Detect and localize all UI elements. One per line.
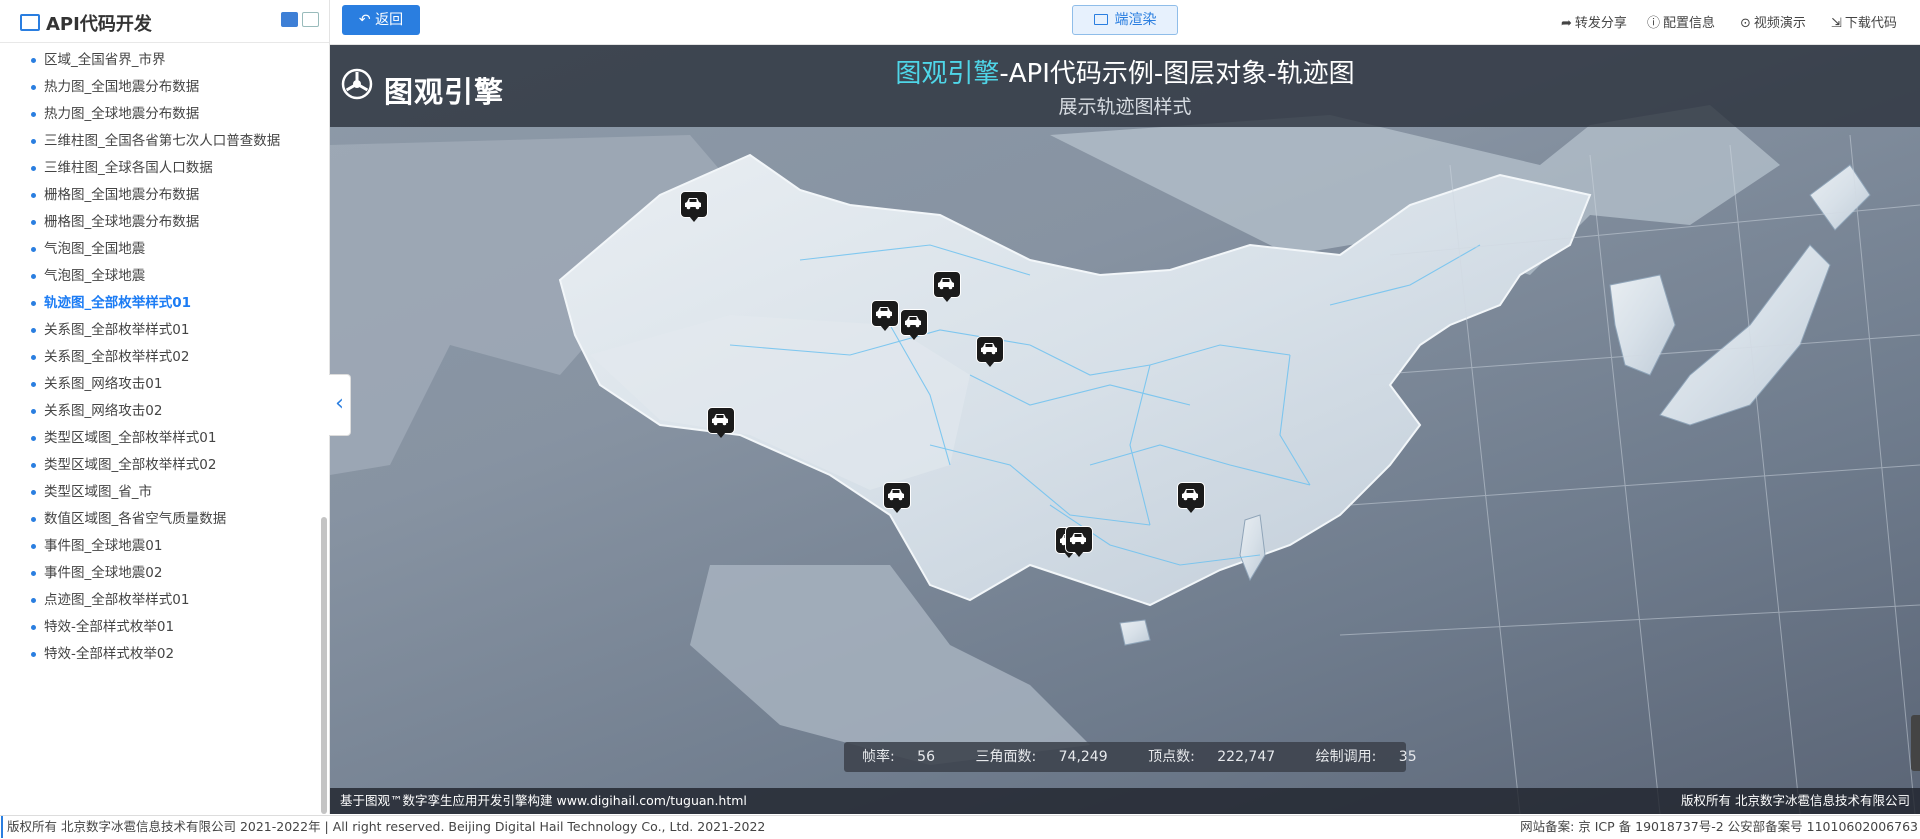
sidebar-item[interactable]: 热力图_全国地震分布数据: [31, 76, 199, 98]
sidebar-item[interactable]: 点迹图_全部枚举样式01: [31, 589, 189, 611]
sidebar-item[interactable]: 三维柱图_全国各省第七次人口普查数据: [31, 130, 280, 152]
side-panel-tab[interactable]: [1911, 715, 1920, 771]
share-icon: ➦: [1561, 16, 1572, 31]
japan-land: [1659, 244, 1831, 426]
vehicle-marker[interactable]: [707, 407, 735, 438]
sidebar-item[interactable]: 类型区域图_省_市: [31, 481, 152, 503]
sidebar-item[interactable]: 热力图_全球地震分布数据: [31, 103, 199, 125]
map-footer: 基于图观™数字孪生应用开发引擎构建 www.digihail.com/tugua…: [330, 788, 1920, 814]
map-title-banner: 图观引擎 图观引擎-API代码示例-图层对象-轨迹图 展示轨迹图样式: [330, 45, 1920, 127]
japan-land: [1809, 164, 1871, 231]
image-view-icon[interactable]: [302, 12, 319, 27]
download-code-link[interactable]: ⇲ 下载代码: [1831, 12, 1897, 31]
drawcalls-stat: 绘制调用: 35: [1315, 749, 1417, 765]
sidebar-item[interactable]: 气泡图_全国地震: [31, 238, 145, 260]
sidebar-item[interactable]: 数值区域图_各省空气质量数据: [31, 508, 226, 530]
car-icon: [876, 307, 892, 319]
sidebar-item[interactable]: 栅格图_全国地震分布数据: [31, 184, 199, 206]
vehicle-marker[interactable]: [680, 191, 708, 222]
fps-stat: 帧率: 56: [862, 749, 935, 765]
vehicle-marker[interactable]: [883, 482, 911, 513]
sidebar-item[interactable]: 三维柱图_全球各国人口数据: [31, 157, 213, 179]
map-terrain: [330, 105, 1920, 814]
sidebar-item[interactable]: 类型区域图_全部枚举样式02: [31, 454, 216, 476]
map-title: 图观引擎-API代码示例-图层对象-轨迹图: [895, 59, 1355, 89]
info-icon: ⓘ: [1647, 16, 1661, 31]
share-link[interactable]: ➦ 转发分享: [1561, 12, 1627, 31]
southeast-asia-land: [690, 565, 1090, 765]
page-footer: 版权所有 北京数字冰雹信息技术有限公司 2021-2022年 | All rig…: [0, 815, 1920, 839]
play-icon: ⊙: [1740, 16, 1751, 31]
sidebar-item[interactable]: 栅格图_全球地震分布数据: [31, 211, 199, 233]
sidebar-header: API代码开发: [0, 0, 329, 43]
sidebar-item[interactable]: 关系图_网络攻击02: [31, 400, 162, 422]
car-icon: [981, 343, 997, 355]
vehicle-marker[interactable]: [976, 336, 1004, 367]
car-icon: [1182, 489, 1198, 501]
sidebar-item[interactable]: 气泡图_全球地震: [31, 265, 145, 287]
collapse-sidebar-button[interactable]: ‹: [329, 374, 351, 436]
vehicle-marker[interactable]: [1177, 482, 1205, 513]
chevron-left-icon: ‹: [335, 391, 344, 416]
top-toolbar: ↶ 返回 端渲染 ➦ 转发分享 ⓘ 配置信息 ⊙ 视频演示 ⇲ 下载代码: [330, 0, 1920, 45]
map-subtitle: 展示轨迹图样式: [1058, 96, 1192, 118]
monitor-icon: [1093, 14, 1108, 25]
terminal-icon: [20, 14, 40, 31]
sidebar-item[interactable]: 事件图_全球地震01: [31, 535, 162, 557]
back-button[interactable]: ↶ 返回: [342, 5, 420, 35]
sidebar-item[interactable]: 特效-全部样式枚举02: [31, 643, 174, 665]
sidebar-item[interactable]: 特效-全部样式枚举01: [31, 616, 174, 638]
vehicle-marker[interactable]: [933, 271, 961, 302]
car-icon: [905, 316, 921, 328]
car-icon: [1070, 533, 1086, 545]
car-icon: [888, 489, 904, 501]
download-icon: ⇲: [1831, 16, 1842, 31]
sidebar-item[interactable]: 轨迹图_全部枚举样式01: [31, 292, 191, 314]
sidebar-item[interactable]: 关系图_全部枚举样式01: [31, 319, 189, 341]
vertices-stat: 顶点数: 222,747: [1148, 749, 1276, 765]
sidebar-item[interactable]: 类型区域图_全部枚举样式01: [31, 427, 216, 449]
vehicle-marker[interactable]: [871, 300, 899, 331]
vehicle-marker[interactable]: [900, 309, 928, 340]
sidebar-scrollbar[interactable]: [321, 517, 327, 814]
render-stats-bar: 帧率: 56 三角面数: 74,249 顶点数: 222,747 绘制调用: 3…: [844, 742, 1417, 772]
korea-land: [1609, 274, 1676, 376]
render-mode-button[interactable]: 端渲染: [1072, 5, 1178, 35]
sidebar-item[interactable]: 事件图_全球地震02: [31, 562, 162, 584]
sidebar: API代码开发 区域_全国省界_市界热力图_全国地震分布数据 热力图_全球地震分布…: [0, 0, 330, 814]
car-icon: [685, 198, 701, 210]
hainan-land: [1119, 619, 1151, 646]
config-info-link[interactable]: ⓘ 配置信息: [1647, 12, 1715, 31]
sidebar-title: API代码开发: [20, 10, 152, 36]
triangles-stat: 三角面数: 74,249: [975, 749, 1108, 765]
vehicle-marker[interactable]: [1065, 526, 1093, 557]
tibet-plateau: [590, 315, 970, 490]
sidebar-item[interactable]: 关系图_网络攻击01: [31, 373, 162, 395]
video-demo-link[interactable]: ⊙ 视频演示: [1740, 12, 1806, 31]
sidebar-item[interactable]: 区域_全国省界_市界: [31, 49, 166, 71]
car-icon: [938, 278, 954, 290]
car-icon: [712, 414, 728, 426]
sidebar-item[interactable]: 关系图_全部枚举样式02: [31, 346, 189, 368]
arrow-back-icon: ↶: [358, 12, 376, 28]
map-viewport[interactable]: 图观引擎 图观引擎-API代码示例-图层对象-轨迹图 展示轨迹图样式 帧率: 5…: [330, 45, 1920, 814]
grid-view-icon[interactable]: [281, 12, 298, 27]
sidebar-list: 区域_全国省界_市界 热力图_全国地震分布数据 热力图_全球地震分布数据 三维柱图_全…: [0, 43, 320, 814]
